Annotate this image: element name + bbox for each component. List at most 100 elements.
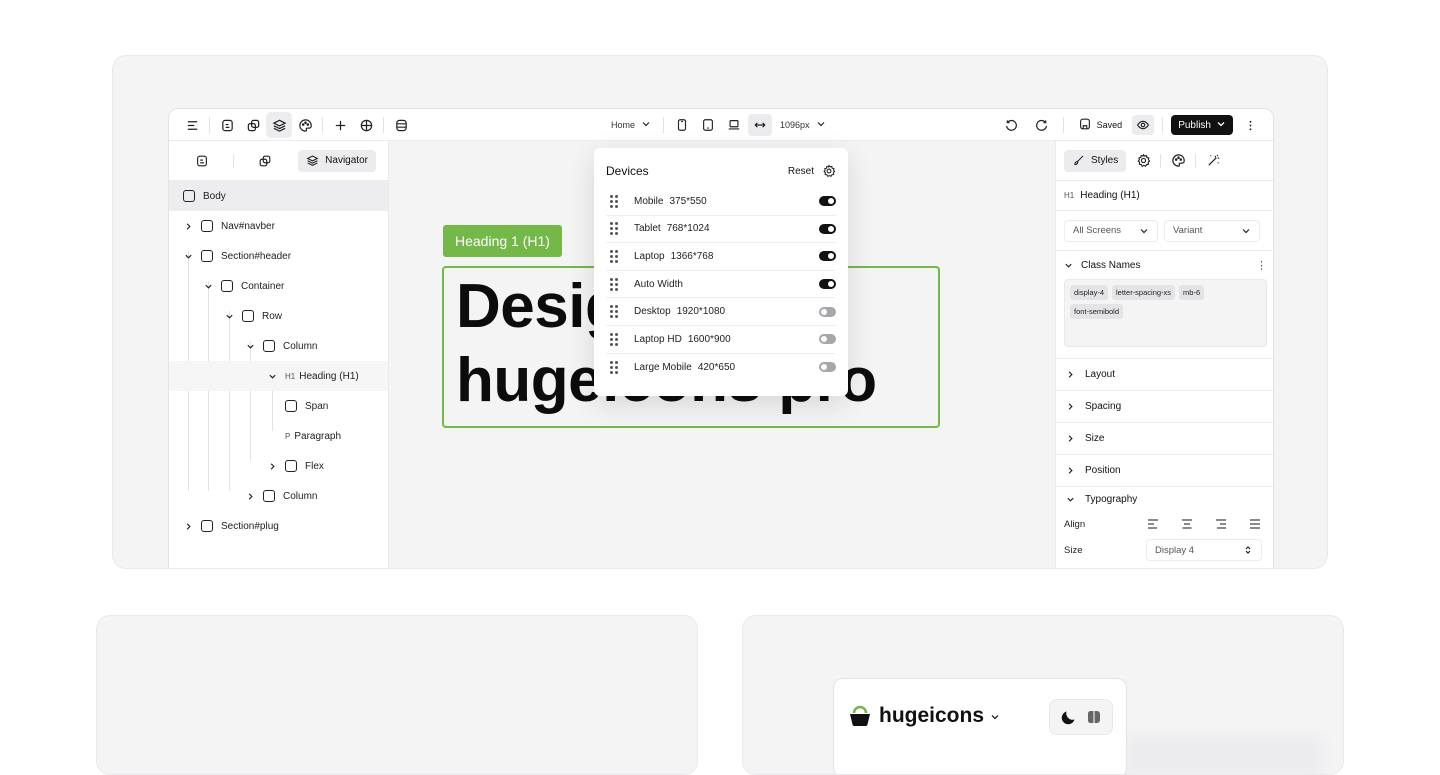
- device-name: Large Mobile: [634, 361, 692, 373]
- chevron-down-icon[interactable]: [245, 341, 255, 351]
- tree-item-heading[interactable]: H1 Heading (H1): [169, 361, 388, 391]
- design-canvas[interactable]: Heading 1 (H1) Design hugeicons pro Devi…: [389, 141, 1055, 568]
- device-toggle[interactable]: [819, 362, 836, 373]
- class-names-input[interactable]: display-4 letter-spacing-xs mb-6 font-semib…: [1064, 279, 1267, 347]
- device-row[interactable]: Mobile 375*550: [606, 188, 836, 216]
- chevron-down-icon[interactable]: [267, 371, 277, 381]
- width-select[interactable]: 1096px: [774, 119, 832, 131]
- tree-item-container[interactable]: Container: [169, 271, 388, 301]
- save-status[interactable]: Saved: [1072, 117, 1129, 133]
- device-toggle[interactable]: [819, 196, 836, 207]
- class-names-header[interactable]: Class Names ⋮: [1064, 251, 1267, 279]
- drag-handle-icon[interactable]: [610, 332, 618, 346]
- section-size[interactable]: Size: [1056, 423, 1273, 455]
- tab-styles[interactable]: Styles: [1064, 149, 1127, 172]
- components-icon[interactable]: [240, 112, 266, 138]
- eye-icon: [1137, 120, 1150, 130]
- reset-button[interactable]: Reset: [788, 166, 814, 177]
- more-vertical-icon[interactable]: ⋮: [1256, 259, 1267, 272]
- align-right-icon[interactable]: [1214, 517, 1228, 531]
- menu-icon[interactable]: [179, 112, 205, 138]
- auto-width-icon[interactable]: [748, 114, 773, 136]
- class-name-chip[interactable]: mb-6: [1179, 285, 1205, 300]
- tree-item-label: Body: [203, 190, 226, 202]
- device-toggle[interactable]: [819, 334, 836, 345]
- mobile-device-icon[interactable]: [670, 114, 694, 136]
- tree-item-span[interactable]: Span: [169, 391, 388, 421]
- typography-header[interactable]: Typography: [1064, 487, 1267, 511]
- class-name-chip[interactable]: letter-spacing-xs: [1112, 285, 1176, 300]
- settings-tab-icon[interactable]: [1126, 153, 1160, 168]
- page-icon[interactable]: [214, 112, 240, 138]
- palette-tab-icon[interactable]: [1161, 153, 1195, 168]
- sidebar-layout-icon[interactable]: [1084, 707, 1104, 727]
- device-row[interactable]: Laptop 1366*768: [606, 243, 836, 271]
- device-row[interactable]: Desktop 1920*1080: [606, 298, 836, 326]
- drag-handle-icon[interactable]: [610, 305, 618, 319]
- gear-icon[interactable]: [822, 164, 836, 178]
- moon-icon[interactable]: [1059, 707, 1079, 727]
- tree-item-column-2[interactable]: Column: [169, 481, 388, 511]
- laptop-device-icon[interactable]: [722, 114, 746, 136]
- tree-item-section-plug[interactable]: Section#plug: [169, 511, 388, 541]
- redo-icon[interactable]: [1029, 112, 1055, 138]
- theme-toggle[interactable]: [1049, 699, 1113, 735]
- publish-button[interactable]: Publish: [1171, 115, 1233, 135]
- chevron-right-icon[interactable]: [245, 491, 255, 501]
- magic-wand-tab-icon[interactable]: [1196, 153, 1230, 168]
- device-row[interactable]: Large Mobile 420*650: [606, 354, 836, 382]
- section-spacing[interactable]: Spacing: [1056, 391, 1273, 423]
- device-row[interactable]: Auto Width: [606, 271, 836, 299]
- chevron-right-icon[interactable]: [183, 221, 193, 231]
- chevron-right-icon[interactable]: [183, 521, 193, 531]
- chevron-down-icon[interactable]: [203, 281, 213, 291]
- tablet-device-icon[interactable]: [696, 114, 720, 136]
- device-row[interactable]: Laptop HD 1600*900: [606, 326, 836, 354]
- section-layout[interactable]: Layout: [1056, 359, 1273, 391]
- drag-handle-icon[interactable]: [610, 249, 618, 263]
- class-name-chip[interactable]: display-4: [1070, 285, 1109, 300]
- drag-handle-icon[interactable]: [610, 222, 618, 236]
- device-toggle[interactable]: [819, 251, 836, 262]
- device-toggle[interactable]: [819, 279, 836, 290]
- tree-item-column[interactable]: Column: [169, 331, 388, 361]
- tree-item-navbar[interactable]: Nav#navber: [169, 211, 388, 241]
- components-tab-icon[interactable]: [244, 150, 286, 172]
- pages-tab-icon[interactable]: [181, 150, 223, 172]
- class-names-label: Class Names: [1081, 259, 1141, 271]
- tree-item-row[interactable]: Row: [169, 301, 388, 331]
- plus-icon[interactable]: [327, 112, 353, 138]
- align-left-icon[interactable]: [1146, 517, 1160, 531]
- drag-handle-icon[interactable]: [610, 277, 618, 291]
- device-toggle[interactable]: [819, 223, 836, 234]
- brand-switcher[interactable]: hugeicons: [847, 703, 1000, 729]
- preview-button[interactable]: [1132, 115, 1155, 135]
- tree-item-body[interactable]: Body: [169, 181, 388, 211]
- screens-select[interactable]: All Screens: [1064, 219, 1158, 242]
- tree-item-paragraph[interactable]: P Paragraph: [169, 421, 388, 451]
- chevron-down-icon[interactable]: [183, 251, 193, 261]
- device-toggle[interactable]: [819, 306, 836, 317]
- grid-add-icon[interactable]: [353, 112, 379, 138]
- layers-icon[interactable]: [266, 112, 292, 138]
- database-icon[interactable]: [388, 112, 414, 138]
- palette-icon[interactable]: [292, 112, 318, 138]
- chevron-right-icon[interactable]: [267, 461, 277, 471]
- tree-item-flex[interactable]: Flex: [169, 451, 388, 481]
- variant-select[interactable]: Variant: [1164, 219, 1260, 242]
- section-position[interactable]: Position: [1056, 455, 1273, 487]
- undo-icon[interactable]: [999, 112, 1025, 138]
- page-select[interactable]: Home: [605, 119, 657, 131]
- more-vertical-icon[interactable]: [1237, 112, 1263, 138]
- drag-handle-icon[interactable]: [610, 360, 618, 374]
- tab-navigator[interactable]: Navigator: [298, 149, 376, 172]
- drag-handle-icon[interactable]: [610, 194, 618, 208]
- chevron-down-icon[interactable]: [224, 311, 234, 321]
- align-justify-icon[interactable]: [1248, 517, 1262, 531]
- align-label: Align: [1064, 518, 1086, 530]
- class-name-chip[interactable]: font-semibold: [1070, 304, 1124, 319]
- device-row[interactable]: Tablet 768*1024: [606, 216, 836, 244]
- align-center-icon[interactable]: [1180, 517, 1194, 531]
- font-size-select[interactable]: Display 4: [1146, 539, 1262, 561]
- tree-item-section-header[interactable]: Section#header: [169, 241, 388, 271]
